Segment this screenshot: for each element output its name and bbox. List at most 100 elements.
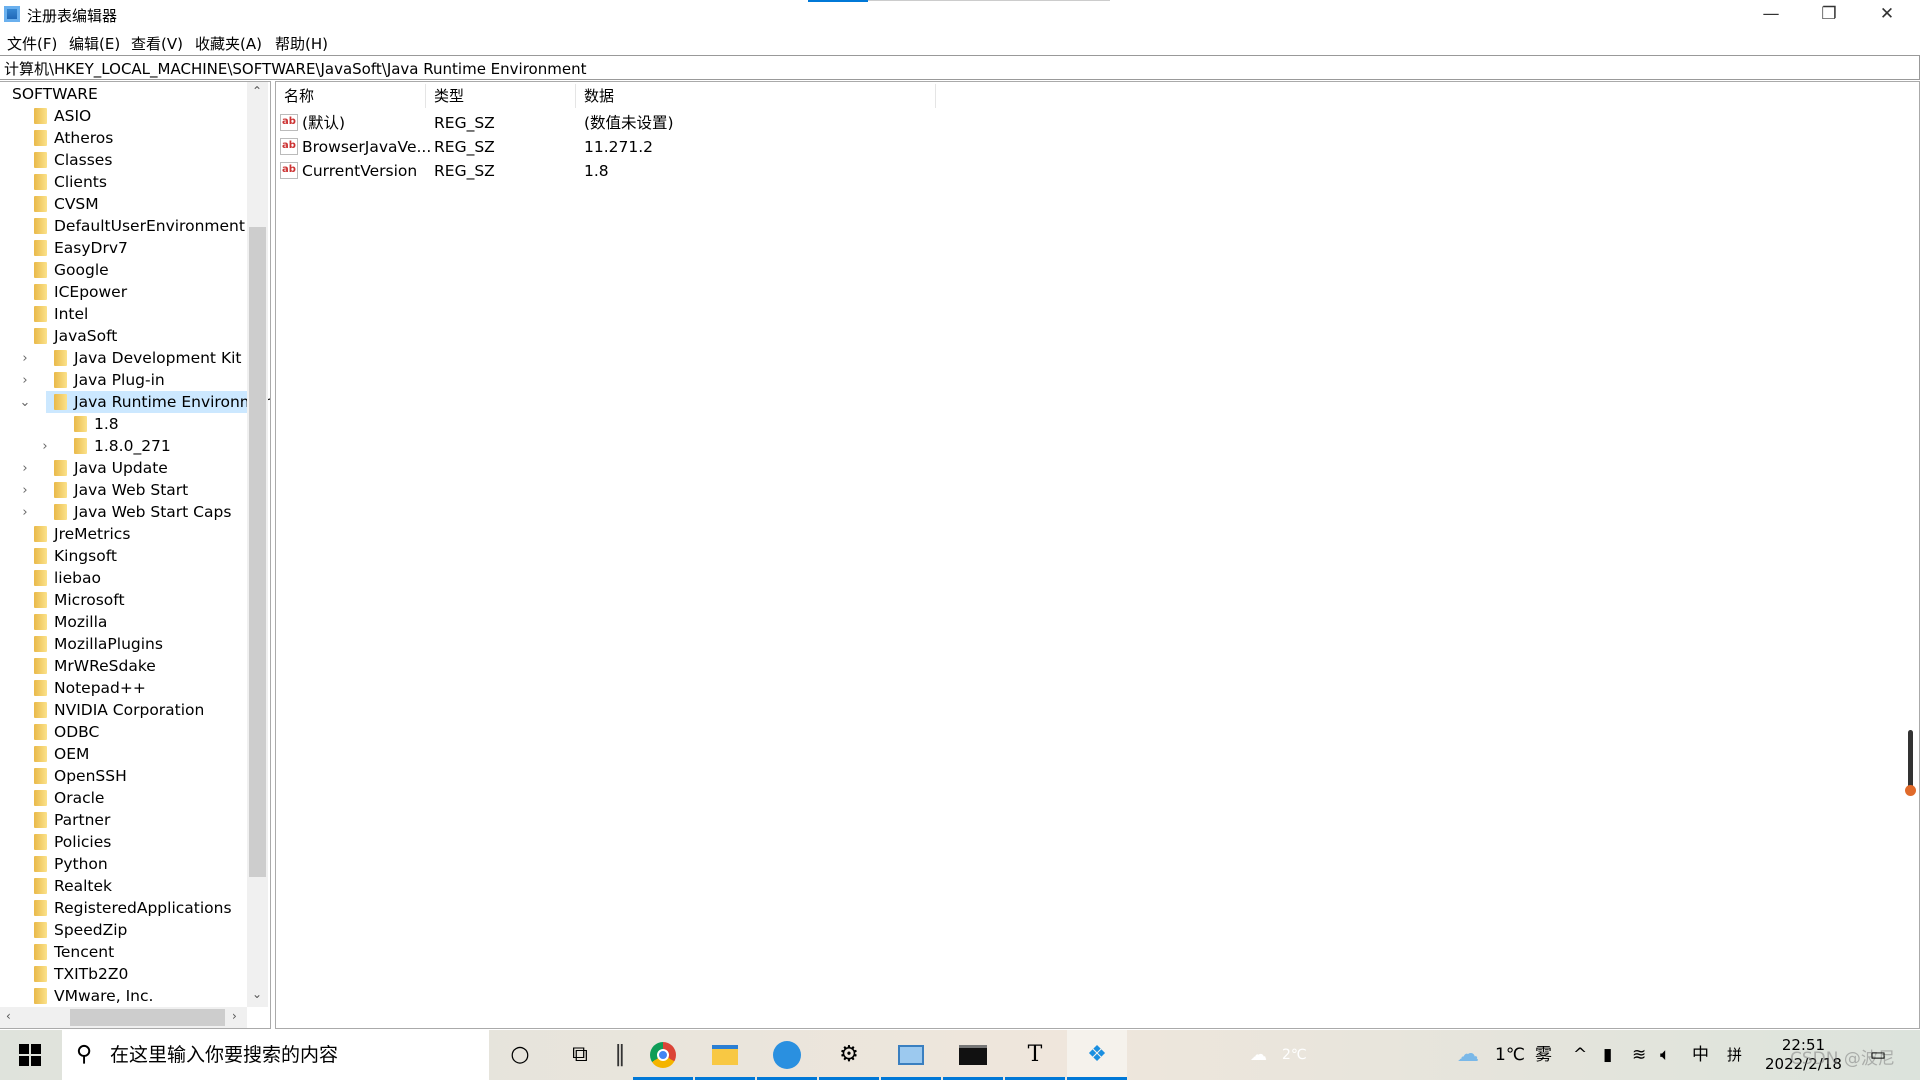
horizontal-scroll-thumb[interactable] <box>70 1009 225 1026</box>
tree-item[interactable]: NVIDIA Corporation <box>26 699 204 721</box>
values-pane[interactable]: 名称 类型 数据 ab (默认) REG_SZ (数值未设置) ab BrowserJav… <box>275 81 1920 1029</box>
tree-item[interactable]: TXITb2Z0 <box>26 963 128 985</box>
file-explorer-app[interactable] <box>695 1030 755 1080</box>
key-tree[interactable]: SOFTWARE ASIO Atheros Classes Clients CVSM De… <box>0 81 271 1029</box>
taskbar-search-box[interactable]: ⚲ 在这里输入你要搜索的内容 <box>62 1030 489 1080</box>
tree-item-label: Python <box>54 855 108 873</box>
tree-item[interactable]: OpenSSH <box>26 765 127 787</box>
folder-icon <box>34 152 47 168</box>
tree-item[interactable]: Tencent <box>26 941 114 963</box>
ime-language[interactable]: 中 <box>1692 1030 1709 1080</box>
weather-condition[interactable]: 雾 <box>1535 1030 1552 1080</box>
restore-button[interactable]: ❐ <box>1800 0 1858 30</box>
tree-item[interactable]: Mozilla <box>26 611 107 633</box>
column-header-data[interactable]: 数据 <box>576 84 936 108</box>
tree-item[interactable]: 1.8 <box>66 413 119 435</box>
value-row[interactable]: ab CurrentVersion REG_SZ 1.8 <box>280 159 980 183</box>
weather-cloud-icon[interactable]: ☁ <box>1457 1030 1479 1080</box>
tree-item[interactable]: Kingsoft <box>26 545 117 567</box>
tree-item[interactable]: Notepad++ <box>26 677 146 699</box>
tree-item[interactable]: Intel <box>26 303 88 325</box>
tree-item[interactable]: ASIO <box>26 105 91 127</box>
tree-item[interactable]: Java Web Start <box>46 479 188 501</box>
scroll-left-icon[interactable]: ‹ <box>6 1009 11 1023</box>
control-panel-app[interactable] <box>881 1030 941 1080</box>
weather-temperature[interactable]: 1℃ <box>1495 1030 1525 1080</box>
tree-item[interactable]: Realtek <box>26 875 112 897</box>
chrome-app[interactable] <box>633 1030 693 1080</box>
tree-horizontal-scrollbar[interactable]: ‹ › <box>0 1007 247 1028</box>
tree-item[interactable]: Partner <box>26 809 110 831</box>
scroll-right-icon[interactable]: › <box>232 1009 237 1023</box>
ime-mode[interactable]: 拼 <box>1727 1030 1742 1080</box>
folder-icon <box>34 768 47 784</box>
column-header-type[interactable]: 类型 <box>426 84 576 108</box>
scroll-up-icon[interactable]: ⌃ <box>252 84 262 98</box>
tree-item[interactable]: liebao <box>26 567 101 589</box>
address-bar[interactable]: 计算机\HKEY_LOCAL_MACHINE\SOFTWARE\JavaSoft… <box>0 55 1920 80</box>
menu-help[interactable]: 帮助(H) <box>275 33 328 54</box>
show-hidden-icons-chevron-icon[interactable]: ^ <box>1573 1030 1587 1080</box>
tree-item[interactable]: SpeedZip <box>26 919 127 941</box>
tree-item[interactable]: ODBC <box>26 721 99 743</box>
tree-item[interactable]: Java Development Kit <box>46 347 242 369</box>
terminal-app[interactable] <box>943 1030 1003 1080</box>
tree-item[interactable]: MrWReSdake <box>26 655 156 677</box>
minimize-button[interactable]: — <box>1742 0 1800 30</box>
vertical-scroll-thumb[interactable] <box>249 227 266 877</box>
tree-item[interactable]: MozillaPlugins <box>26 633 163 655</box>
chevron-right-icon[interactable]: › <box>18 458 32 480</box>
cortana-button[interactable]: ○ <box>490 1030 550 1080</box>
chevron-right-icon[interactable]: › <box>18 502 32 524</box>
menu-favorites[interactable]: 收藏夹(A) <box>195 33 262 54</box>
value-row[interactable]: ab BrowserJavaVe... REG_SZ 11.271.2 <box>280 135 980 159</box>
tree-item[interactable]: Policies <box>26 831 111 853</box>
chevron-right-icon[interactable]: › <box>18 480 32 502</box>
tree-item[interactable]: ICEpower <box>26 281 127 303</box>
tree-item[interactable]: JavaSoft <box>26 325 117 347</box>
tree-item[interactable]: Java Plug-in <box>46 369 165 391</box>
value-type: REG_SZ <box>434 114 495 132</box>
tree-item[interactable]: RegisteredApplications <box>26 897 232 919</box>
chevron-right-icon[interactable]: › <box>18 348 32 370</box>
battery-icon[interactable]: ▮ <box>1603 1030 1612 1080</box>
notification-center-icon[interactable]: ▭ <box>1870 1030 1886 1080</box>
tree-item[interactable]: CVSM <box>26 193 99 215</box>
menu-edit[interactable]: 编辑(E) <box>69 33 120 54</box>
tree-item[interactable]: VMware, Inc. <box>26 985 153 1007</box>
tree-item[interactable]: Google <box>26 259 109 281</box>
chevron-right-icon[interactable]: › <box>18 370 32 392</box>
tree-item[interactable]: DefaultUserEnvironment <box>26 215 245 237</box>
column-header-name[interactable]: 名称 <box>276 84 426 108</box>
tree-item[interactable]: JreMetrics <box>26 523 130 545</box>
settings-app[interactable]: ⚙ <box>819 1030 879 1080</box>
browser-app[interactable] <box>757 1030 817 1080</box>
typora-app[interactable]: T <box>1005 1030 1065 1080</box>
scroll-down-icon[interactable]: ⌄ <box>252 987 262 1001</box>
tree-item[interactable]: Python <box>26 853 108 875</box>
chevron-down-icon[interactable]: ⌄ <box>18 392 32 414</box>
tree-item[interactable]: EasyDrv7 <box>26 237 128 259</box>
tree-vertical-scrollbar[interactable]: ⌃ ⌄ <box>247 82 268 1007</box>
chevron-right-icon[interactable]: › <box>38 436 52 458</box>
tree-item[interactable]: Java Runtime Environment <box>46 391 270 413</box>
value-row[interactable]: ab (默认) REG_SZ (数值未设置) <box>280 111 980 135</box>
volume-icon[interactable]: 🔈︎ <box>1660 1030 1670 1080</box>
tree-item[interactable]: Atheros <box>26 127 113 149</box>
tree-item[interactable]: Java Web Start Caps <box>46 501 231 523</box>
tree-item[interactable]: 1.8.0_271 <box>66 435 171 457</box>
menu-file[interactable]: 文件(F) <box>7 33 57 54</box>
close-button[interactable]: ✕ <box>1858 0 1916 30</box>
tree-item[interactable]: Classes <box>26 149 112 171</box>
tree-root-software[interactable]: SOFTWARE <box>12 83 98 105</box>
tree-item[interactable]: Clients <box>26 171 107 193</box>
wifi-icon[interactable]: ≋ <box>1632 1030 1646 1080</box>
tree-item[interactable]: Microsoft <box>26 589 125 611</box>
tree-item[interactable]: Java Update <box>46 457 168 479</box>
regedit-app[interactable]: ❖ <box>1067 1030 1127 1080</box>
menu-view[interactable]: 查看(V) <box>131 33 183 54</box>
tree-item[interactable]: Oracle <box>26 787 104 809</box>
tree-item-label: JavaSoft <box>54 327 118 345</box>
tree-item[interactable]: OEM <box>26 743 89 765</box>
start-button[interactable] <box>0 1030 60 1080</box>
